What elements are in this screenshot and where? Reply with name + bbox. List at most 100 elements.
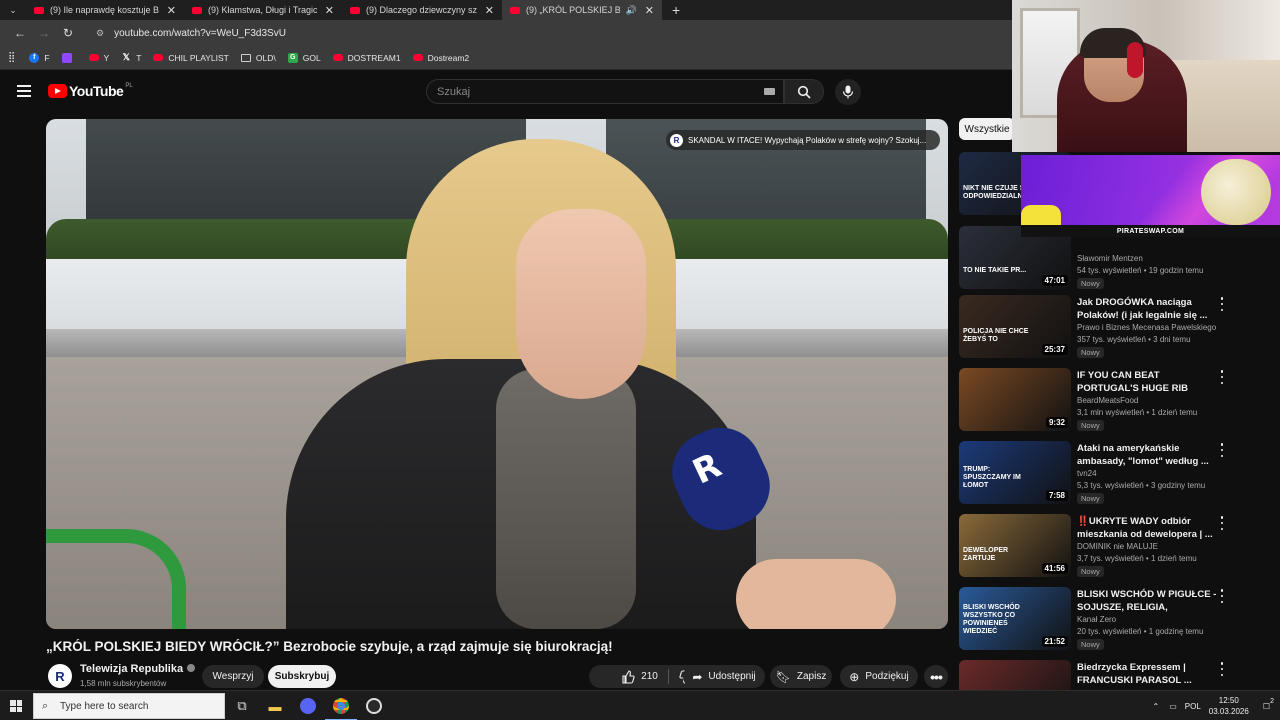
- keyboard-icon[interactable]: [764, 88, 775, 95]
- video-title: Jak DROGÓWKA naciąga Polaków! (i jak leg…: [1077, 297, 1208, 321]
- language-indicator[interactable]: POL: [1185, 702, 1201, 711]
- browser-tab[interactable]: (9) Ile naprawdę kosztuje Bali w... ✕: [26, 0, 184, 20]
- thumbnail-caption: deweloper zartuje: [963, 547, 1009, 562]
- subscribe-button[interactable]: Subskrybuj: [268, 665, 336, 688]
- voice-search-button[interactable]: [835, 79, 861, 105]
- channel-avatar[interactable]: R: [48, 664, 72, 688]
- windows-start-icon[interactable]: [10, 700, 22, 712]
- recommended-video[interactable]: TRUMP: SPUSZCZAMY IM ŁOMOT 7:58 Ataki na a…: [959, 441, 1229, 507]
- more-vertical-icon[interactable]: [1217, 589, 1227, 603]
- youtube-icon: [332, 54, 343, 61]
- recommended-video[interactable]: BLISKI WSCHÓD WSZYSTKO CO POWINIENEŚ WIE…: [959, 587, 1229, 653]
- video-thumbnail[interactable]: deweloper zartuje 41:56: [959, 514, 1071, 577]
- tray-overflow-chevron-icon[interactable]: ⌃: [1153, 702, 1160, 711]
- chrome-app-icon[interactable]: [325, 696, 357, 720]
- more-vertical-icon[interactable]: [1217, 370, 1227, 384]
- search-input[interactable]: Szukaj: [426, 79, 784, 104]
- new-tab-button[interactable]: +: [672, 2, 680, 18]
- address-bar[interactable]: ⚙ youtube.com/watch?v=WeU_F3d3SvU: [86, 23, 1066, 43]
- more-horizontal-icon: •••: [930, 668, 943, 685]
- menu-hamburger-icon[interactable]: [17, 85, 31, 97]
- system-tray: ⌃ ▭ POL 12:50 03.03.2026 ☐ 2: [1153, 691, 1280, 720]
- apps-grid-icon[interactable]: ⣿: [8, 52, 15, 63]
- youtube-logo[interactable]: YouTube PL: [48, 83, 133, 99]
- ad-graphic: [1021, 205, 1061, 225]
- video-frame-person-face: [516, 209, 646, 399]
- close-tab-icon[interactable]: ✕: [325, 4, 334, 17]
- youtube-favicon-icon: [34, 6, 44, 14]
- search-icon: [797, 85, 811, 99]
- network-icon[interactable]: ▭: [1169, 702, 1177, 711]
- screen: ⌄ (9) Ile naprawdę kosztuje Bali w... ✕ …: [0, 0, 1280, 720]
- new-badge: Nowy: [1077, 566, 1104, 577]
- bookmark-item[interactable]: f F: [29, 52, 50, 63]
- save-button[interactable]: 🔖︎ Zapisz: [770, 665, 832, 688]
- more-actions-button[interactable]: •••: [924, 665, 948, 688]
- thumbnail-caption: POLICJA NIE CHCE ŻEBYŚ TO: [963, 328, 1029, 343]
- share-button[interactable]: ➦ Udostępnij: [683, 665, 765, 688]
- more-vertical-icon[interactable]: [1217, 297, 1227, 311]
- bookmark-folder[interactable]: OLD\: [240, 53, 276, 63]
- channel-name[interactable]: Telewizja Republika: [80, 663, 196, 675]
- video-thumbnail[interactable]: TRUMP: SPUSZCZAMY IM ŁOMOT 7:58: [959, 441, 1071, 504]
- search-button[interactable]: [784, 79, 824, 104]
- task-view-icon[interactable]: ⧉: [232, 696, 252, 716]
- bookmark-item[interactable]: G GOL: [287, 52, 321, 63]
- filter-chip-all[interactable]: Wszystkie: [959, 118, 1015, 140]
- obs-app-icon[interactable]: [364, 696, 384, 716]
- browser-tab[interactable]: (9) Dlaczego dziewczyny szanuj... ✕: [342, 0, 502, 20]
- discord-app-icon[interactable]: [298, 696, 318, 716]
- ad-mascot: [1201, 159, 1271, 225]
- tab-search-chevron-icon[interactable]: ⌄: [0, 0, 26, 20]
- youtube-icon: [88, 54, 99, 61]
- bookmark-item[interactable]: Y: [88, 53, 109, 63]
- bookmark-item[interactable]: CHIL PLAYLIST: [153, 53, 229, 63]
- video-thumbnail[interactable]: POLICJA NIE CHCE ŻEBYŚ TO 25:37: [959, 295, 1071, 358]
- file-explorer-icon[interactable]: ▬: [265, 696, 285, 716]
- back-arrow-icon[interactable]: ←: [8, 26, 32, 40]
- close-tab-icon[interactable]: ✕: [645, 4, 654, 17]
- new-badge: Nowy: [1077, 278, 1104, 289]
- video-frame-scarf: [496, 369, 636, 629]
- bookmark-item[interactable]: Dostream2: [412, 53, 469, 63]
- search-icon: ⌕: [42, 700, 49, 712]
- new-badge: Nowy: [1077, 639, 1104, 650]
- video-thumbnail[interactable]: 9:32: [959, 368, 1071, 431]
- bookmark-item[interactable]: [61, 52, 77, 63]
- forward-arrow-icon[interactable]: →: [32, 26, 56, 40]
- thanks-button[interactable]: ⊕ Podziękuj: [840, 665, 918, 688]
- more-vertical-icon[interactable]: [1217, 443, 1227, 457]
- thumbnail-caption: To nie takie pr...: [963, 267, 1027, 274]
- recommended-video[interactable]: deweloper zartuje 41:56 ‼️UKRYTE WADY odbi…: [959, 514, 1229, 580]
- like-button[interactable]: 210: [621, 669, 658, 684]
- video-overlay-chip[interactable]: R SKANDAL W ITACE! Wypychają Polaków w s…: [666, 130, 940, 150]
- taskbar-search-input[interactable]: ⌕ Type here to search: [33, 693, 225, 719]
- recommended-video[interactable]: POLICJA NIE CHCE ŻEBYŚ TO 25:37 Jak DROGÓW…: [959, 295, 1229, 361]
- audio-playing-icon[interactable]: 🔊: [626, 5, 637, 16]
- browser-tab[interactable]: (9) Kłamstwa, Długi i Tragiczne... ✕: [184, 0, 342, 20]
- pirateswap-ad-banner[interactable]: PIRATESWAP.COM: [1021, 155, 1280, 237]
- close-tab-icon[interactable]: ✕: [167, 4, 176, 17]
- video-duration: 47:01: [1041, 275, 1068, 286]
- channel-name: Prawo i Biznes Mecenasa Pawelskiego: [1077, 323, 1217, 332]
- reload-icon[interactable]: ↻: [56, 26, 80, 40]
- view-count-and-date: 3,1 mln wyświetleń • 1 dzień temu: [1077, 408, 1198, 417]
- youtube-favicon-icon: [192, 6, 202, 14]
- close-tab-icon[interactable]: ✕: [485, 4, 494, 17]
- site-info-icon[interactable]: ⚙: [96, 28, 104, 39]
- more-vertical-icon[interactable]: [1217, 516, 1227, 530]
- video-player[interactable]: R R SKANDAL W ITACE! Wypychają Polaków w…: [46, 119, 948, 629]
- channel-name: DOMINIK nie MALUJE: [1077, 542, 1158, 551]
- browser-tab-active[interactable]: (9) „KRÓL POLSKIEJ BIEDY W... 🔊 ✕: [502, 0, 662, 20]
- bookmark-item[interactable]: 𝕏 T: [121, 52, 142, 63]
- thumbs-up-icon: [622, 669, 635, 684]
- thumbnail-caption: BLISKI WSCHÓD WSZYSTKO CO POWINIENEŚ WIE…: [963, 604, 1020, 635]
- channel-name: BeardMeatsFood: [1077, 396, 1139, 405]
- more-vertical-icon[interactable]: [1217, 662, 1227, 676]
- notifications-icon[interactable]: ☐ 2: [1263, 698, 1274, 711]
- support-button[interactable]: Wesprzyj: [202, 665, 264, 688]
- video-thumbnail[interactable]: BLISKI WSCHÓD WSZYSTKO CO POWINIENEŚ WIE…: [959, 587, 1071, 650]
- system-clock[interactable]: 12:50 03.03.2026: [1209, 695, 1249, 717]
- bookmark-item[interactable]: DOSTREAM1: [332, 53, 401, 63]
- recommended-video[interactable]: 9:32 IF YOU CAN BEAT PORTUGAL'S HUGE RIB …: [959, 368, 1229, 434]
